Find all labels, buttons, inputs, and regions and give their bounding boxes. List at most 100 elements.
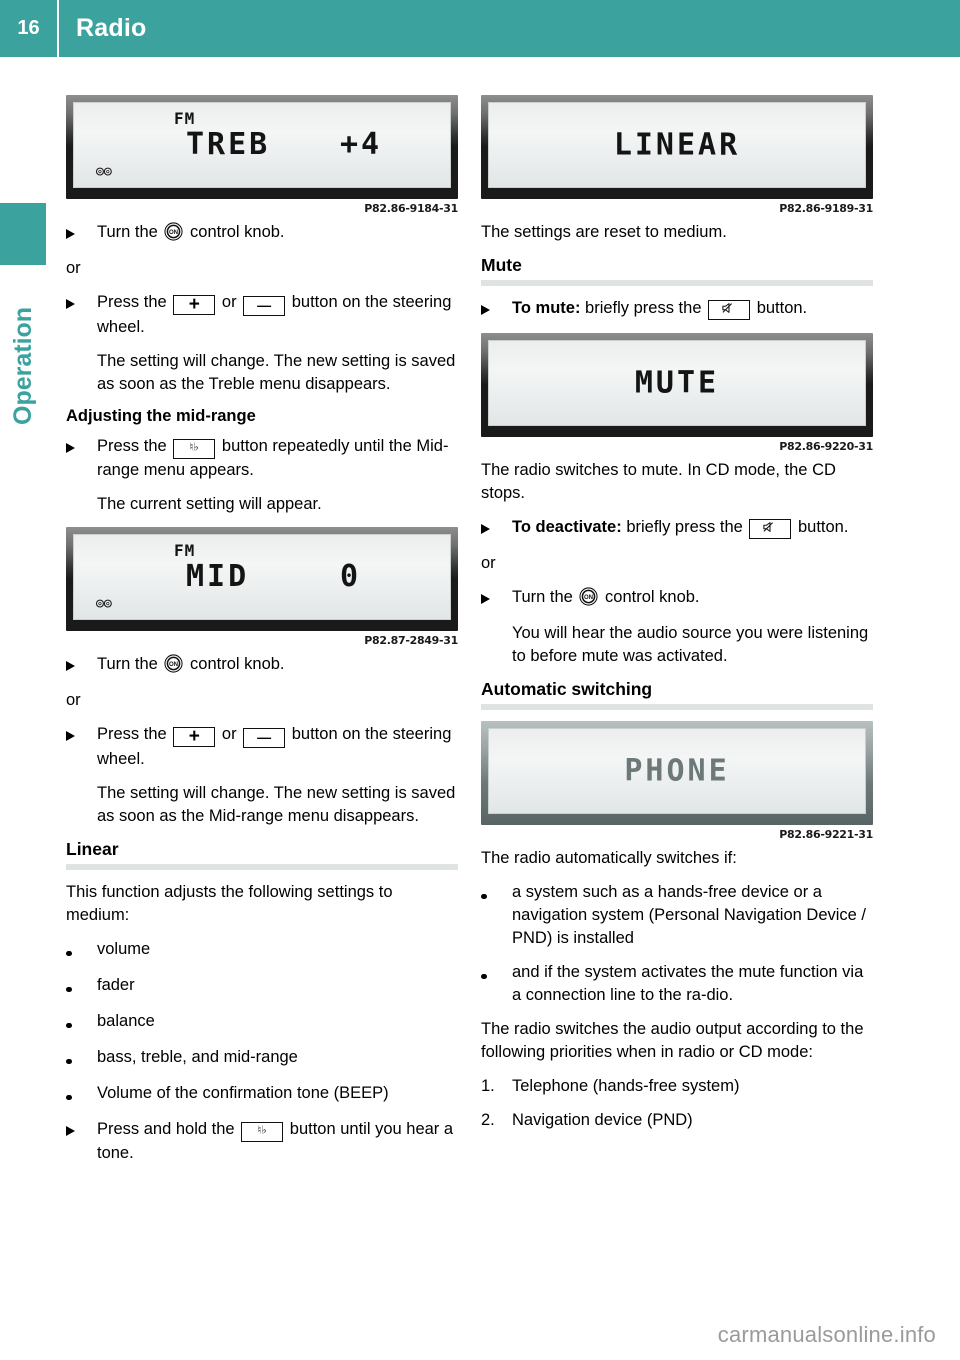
list-item: volume: [66, 938, 458, 963]
control-knob-icon: ON: [579, 587, 599, 606]
chapter-tab-label: Operation: [9, 306, 37, 425]
step-text-after: control knob.: [605, 588, 700, 606]
or-separator-2: or: [66, 691, 81, 709]
svg-text:ON: ON: [169, 661, 178, 668]
step-press-plus-minus: Press the or button on the steering whee…: [66, 291, 458, 339]
right-column: LINEAR P82.86-9189-31 The settings are r…: [481, 95, 873, 1143]
list-number: 2.: [481, 1111, 495, 1129]
or-separator-3: or: [481, 554, 496, 572]
step-text-before: Turn the: [97, 655, 158, 673]
step-arrow-icon: [66, 291, 97, 339]
step-text-middle: or: [221, 293, 237, 311]
list-item-label: Volume of the confirmation tone (BEEP): [97, 1084, 389, 1102]
list-item: 2. Navigation device (PND): [481, 1109, 873, 1132]
list-item-label: volume: [97, 940, 151, 958]
step-text: Press the or button on the steering whee…: [97, 723, 458, 771]
bullet-icon: [66, 1046, 97, 1071]
list-item: bass, treble, and mid-range: [66, 1046, 458, 1071]
step-text: To mute: briefly press the button.: [512, 297, 873, 322]
radio-display-screen: MUTE: [488, 340, 866, 426]
lcd-value: +4: [340, 127, 383, 162]
bullet-icon: [66, 1082, 97, 1107]
list-item-label: and if the system activates the mute fun…: [512, 963, 864, 1004]
list-item: balance: [66, 1010, 458, 1035]
result-audio-source: You will hear the audio source you were …: [512, 624, 869, 665]
step-arrow-icon: [481, 516, 512, 541]
step-bold-lead: To deactivate:: [512, 518, 622, 536]
lcd-menu-label: MID: [186, 559, 250, 594]
step-bold-lead: To mute:: [512, 299, 581, 317]
step-arrow-icon: [481, 586, 512, 611]
mute-icon[interactable]: [708, 300, 751, 320]
mute-result: The radio switches to mute. In CD mode, …: [481, 461, 836, 502]
auto-intro: The radio automatically switches if:: [481, 849, 737, 867]
list-number: 1.: [481, 1077, 495, 1095]
step-turn-knob-3: Turn the ON control knob.: [481, 586, 873, 611]
result-treble: The setting will change. The new setting…: [97, 352, 456, 393]
result-midrange: The setting will change. The new setting…: [97, 784, 456, 825]
step-text-after: control knob.: [190, 223, 285, 241]
step-text-before: briefly press the: [585, 299, 702, 317]
radio-display-bezel: FM MID 0 ◎◎: [66, 527, 458, 631]
treble-display-figure: FM TREB +4 ◎◎ P82.86-9184-31: [66, 95, 458, 215]
step-text-before: Press the: [97, 725, 167, 743]
radio-display-bezel: FM TREB +4 ◎◎: [66, 95, 458, 199]
page-title: Radio: [76, 14, 147, 42]
step-text: Turn the ON control knob.: [97, 653, 458, 678]
mute-icon[interactable]: [749, 519, 792, 539]
lcd-menu-label: PHONE: [624, 753, 730, 789]
radio-display-screen: FM MID 0 ◎◎: [73, 534, 451, 620]
left-column: FM TREB +4 ◎◎ P82.86-9184-31 Turn the ON…: [66, 95, 458, 1176]
section-rule: [66, 864, 458, 870]
step-press-plus-minus-2: Press the or button on the steering whee…: [66, 723, 458, 771]
radio-display-screen: FM TREB +4 ◎◎: [73, 102, 451, 188]
section-heading-automatic-switching: Automatic switching: [481, 679, 653, 699]
radio-display-bezel: PHONE: [481, 721, 873, 825]
reset-text: The settings are reset to medium.: [481, 223, 727, 241]
step-press-sound-button: Press the ♮♭ button repeatedly until the…: [66, 435, 458, 482]
list-item: Volume of the confirmation tone (BEEP): [66, 1082, 458, 1107]
midrange-display-figure: FM MID 0 ◎◎ P82.87-2849-31: [66, 527, 458, 647]
stereo-icon: ◎◎: [96, 596, 112, 611]
lcd-menu-label: MUTE: [634, 365, 720, 401]
or-separator-1: or: [66, 259, 81, 277]
step-press-and-hold: Press and hold the ♮♭ button until you h…: [66, 1118, 458, 1165]
sound-menu-icon[interactable]: ♮♭: [173, 439, 216, 459]
figure-caption: P82.86-9184-31: [364, 202, 458, 215]
result-current-setting: The current setting will appear.: [97, 495, 322, 513]
radio-display-bezel: MUTE: [481, 333, 873, 437]
page-header: 16 Radio: [0, 0, 960, 57]
step-to-mute: To mute: briefly press the button.: [481, 297, 873, 322]
linear-intro: This function adjusts the following sett…: [66, 883, 393, 924]
list-item-label: Telephone (hands-free system): [512, 1077, 740, 1095]
step-text-before: Press and hold the: [97, 1120, 235, 1138]
list-item-label: bass, treble, and mid-range: [97, 1048, 298, 1066]
figure-caption: P82.86-9221-31: [779, 828, 873, 841]
step-text-before: Press the: [97, 293, 167, 311]
control-knob-icon: ON: [164, 654, 184, 673]
lcd-menu-label: LINEAR: [613, 127, 741, 163]
priority-intro: The radio switches the audio output acco…: [481, 1020, 864, 1061]
section-heading-mute: Mute: [481, 255, 522, 275]
figure-caption: P82.87-2849-31: [364, 634, 458, 647]
minus-button-icon[interactable]: [243, 728, 286, 748]
step-text-before: briefly press the: [626, 518, 743, 536]
list-item: 1. Telephone (hands-free system): [481, 1075, 873, 1098]
bullet-icon: [66, 938, 97, 963]
plus-button-icon[interactable]: [173, 295, 216, 315]
sound-menu-icon[interactable]: ♮♭: [241, 1122, 284, 1142]
minus-button-icon[interactable]: [243, 296, 286, 316]
step-text-after: button.: [797, 518, 849, 536]
site-watermark: carmanualsonline.info: [717, 1322, 936, 1347]
bullet-icon: [481, 961, 512, 1007]
radio-display-bezel: LINEAR: [481, 95, 873, 199]
list-item: a system such as a hands-free device or …: [481, 881, 873, 950]
section-rule: [481, 704, 873, 710]
list-item: and if the system activates the mute fun…: [481, 961, 873, 1007]
step-arrow-icon: [66, 435, 97, 482]
svg-text:ON: ON: [584, 594, 593, 601]
lcd-menu-label: TREB: [186, 127, 271, 162]
step-arrow-icon: [66, 723, 97, 771]
step-turn-knob: Turn the ON control knob.: [66, 221, 458, 246]
plus-button-icon[interactable]: [173, 727, 216, 747]
